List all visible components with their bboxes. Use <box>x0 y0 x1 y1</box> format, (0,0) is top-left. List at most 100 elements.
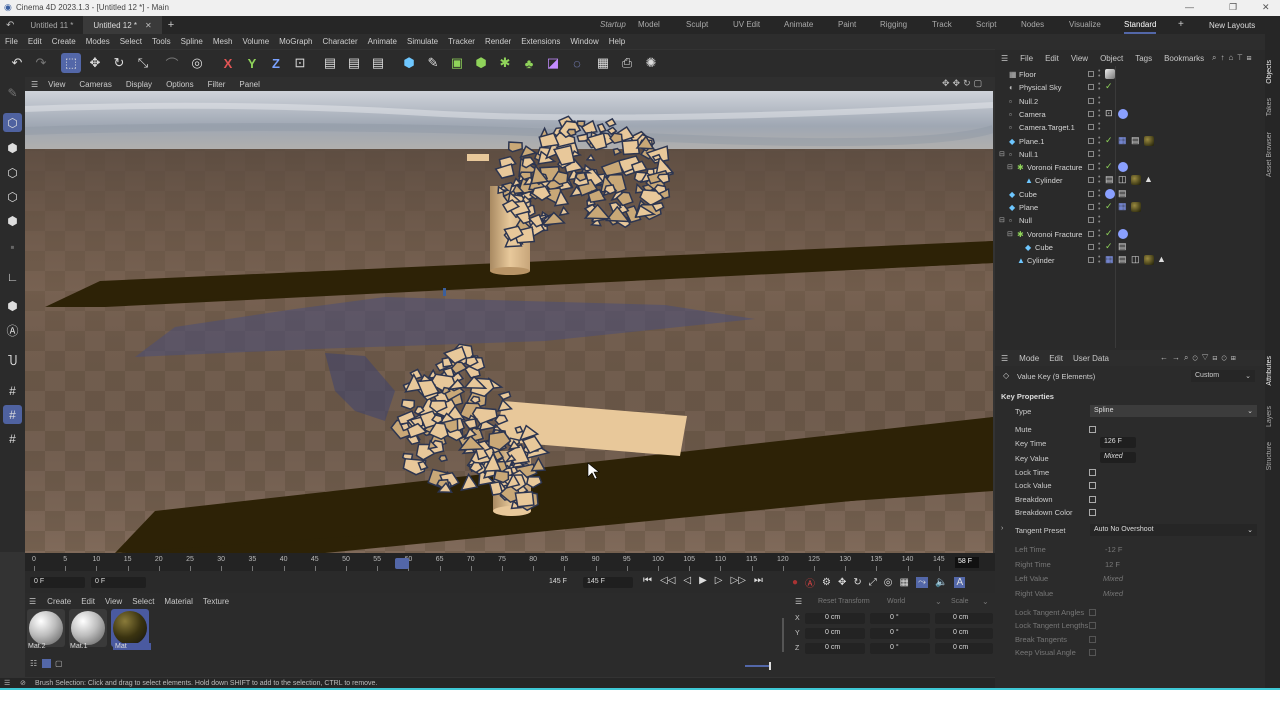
keep-visual-angle-checkbox[interactable] <box>1089 649 1096 656</box>
side-tab-objects[interactable]: Objects <box>1266 60 1273 84</box>
visibility-checkbox[interactable] <box>1088 84 1094 91</box>
restore-icon[interactable]: ❐ <box>1229 2 1237 13</box>
break-tangents-checkbox[interactable] <box>1089 636 1096 643</box>
lock-tangent-lengths-checkbox[interactable] <box>1089 622 1096 629</box>
object-search-icons[interactable]: ⌕↑⌂⊤⊞ <box>1212 53 1256 63</box>
side-tab-asset-browser[interactable]: Asset Browser <box>1266 132 1273 177</box>
layout-tab-model[interactable]: Model <box>638 16 660 34</box>
collapse-icon[interactable]: ⊟ <box>999 150 1005 158</box>
render-dots-icon[interactable]: • • <box>1098 254 1100 266</box>
viewport-menu-options[interactable]: Options <box>159 80 201 89</box>
object-row[interactable]: ⊟ ▫ Null • • <box>995 214 1265 227</box>
object-row[interactable]: ◆ Cube • • ✓ ▤ <box>995 241 1265 254</box>
prev-key-icon[interactable]: ◁◁ <box>660 575 675 586</box>
minimize-icon[interactable]: — <box>1185 2 1194 12</box>
viewport-menu-cameras[interactable]: Cameras <box>72 80 118 89</box>
effector-icon[interactable]: ♣ <box>519 53 539 73</box>
layout-tab-standard[interactable]: Standard <box>1124 16 1157 34</box>
timeline-ruler[interactable]: 0510152025303540455055606570758085909510… <box>25 553 995 571</box>
menu-modes[interactable]: Modes <box>81 37 115 46</box>
material-swatch[interactable] <box>27 609 65 647</box>
object-tag-icon[interactable] <box>1131 175 1141 186</box>
visibility-checkbox[interactable] <box>1088 150 1094 157</box>
z-axis-lock-icon[interactable]: Z <box>266 53 286 73</box>
object-tag-icon[interactable]: ▤ <box>1118 241 1128 251</box>
menu-mesh[interactable]: Mesh <box>208 37 238 46</box>
material-swatch-selected[interactable] <box>111 609 149 647</box>
material-scrollbar[interactable] <box>782 618 784 652</box>
menu-tools[interactable]: Tools <box>147 37 176 46</box>
object-tag-icon[interactable] <box>1118 162 1128 173</box>
menu-character[interactable]: Character <box>318 37 363 46</box>
attribute-menu-mode[interactable]: Mode <box>1014 354 1044 363</box>
attribute-nav-icons[interactable]: ←→⌕⊙▽⊟⊙⊞ <box>1160 353 1240 363</box>
menu-spline[interactable]: Spline <box>176 37 208 46</box>
mute-checkbox[interactable] <box>1089 426 1096 433</box>
menu-tracker[interactable]: Tracker <box>443 37 480 46</box>
object-menu-object[interactable]: Object <box>1094 54 1129 63</box>
coord-rotation-field[interactable]: 0 ° <box>870 628 930 639</box>
object-tag-icon[interactable] <box>1144 135 1154 146</box>
object-tag-icon[interactable] <box>1131 202 1141 212</box>
autokey-icon[interactable]: Ⓐ <box>805 575 815 590</box>
selection-tool-icon[interactable]: ⬚ <box>61 53 81 73</box>
render-dots-icon[interactable]: • • <box>1098 188 1100 200</box>
object-tag-icon[interactable] <box>1118 228 1128 239</box>
polygons-mode-icon[interactable]: ⬢ <box>3 211 22 230</box>
object-tag-icon[interactable]: ✓ <box>1105 161 1115 171</box>
layout-tab-sculpt[interactable]: Sculpt <box>686 16 708 34</box>
key-param-icon[interactable]: ◎ <box>884 577 893 588</box>
edges-mode-icon[interactable]: ⬡ <box>3 187 22 206</box>
key-scale-icon[interactable]: ⤢ <box>869 577 877 588</box>
light-object-icon[interactable]: ✺ <box>641 53 661 73</box>
layout-tab-uv-edit[interactable]: UV Edit <box>733 16 760 34</box>
render-dots-icon[interactable]: • • <box>1098 161 1100 173</box>
doc-tab-untitled-12[interactable]: Untitled 12 * ✕ <box>83 16 162 34</box>
move-tool-icon[interactable]: ✥ <box>85 53 105 73</box>
viewport-menu-filter[interactable]: Filter <box>201 80 233 89</box>
x-axis-lock-icon[interactable]: X <box>218 53 238 73</box>
undo-history-icon[interactable]: ↶ <box>0 20 20 31</box>
render-dots-icon[interactable]: • • <box>1098 68 1100 80</box>
list-view-icon[interactable]: ☷ <box>30 659 37 668</box>
object-menu-view[interactable]: View <box>1065 54 1094 63</box>
prev-frame-icon[interactable]: ◁ <box>683 575 691 586</box>
render-dots-icon[interactable]: • • <box>1098 214 1100 226</box>
object-tag-icon[interactable]: ▦ <box>1105 254 1115 264</box>
collapse-icon[interactable]: ⊟ <box>1007 163 1013 171</box>
object-row[interactable]: ▲ Cylinder • • ▦ ▤ ◫ ▲ <box>995 254 1265 267</box>
key-position-icon[interactable]: ✥ <box>838 577 846 588</box>
layout-tab-rigging[interactable]: Rigging <box>880 16 907 34</box>
render-dots-icon[interactable]: • • <box>1098 81 1100 93</box>
object-row[interactable]: ◆ Cube • • ▤ <box>995 188 1265 201</box>
texture-mode-icon[interactable]: ⬢ <box>3 296 22 315</box>
render-dots-icon[interactable]: • • <box>1098 148 1100 160</box>
sound-icon[interactable]: 🔈 <box>935 577 947 588</box>
preview-end-field[interactable]: 145 F <box>545 577 573 588</box>
object-menu-bookmarks[interactable]: Bookmarks <box>1158 54 1210 63</box>
visibility-checkbox[interactable] <box>1088 217 1094 224</box>
object-tag-icon[interactable]: ▤ <box>1118 188 1128 198</box>
coord-position-field[interactable]: 0 cm <box>805 613 865 624</box>
coords-hamburger-icon[interactable]: ☰ <box>795 597 802 606</box>
points-mode-icon[interactable]: ⬡ <box>3 163 22 182</box>
visibility-checkbox[interactable] <box>1088 177 1094 184</box>
visibility-checkbox[interactable] <box>1088 164 1094 171</box>
object-menu-edit[interactable]: Edit <box>1039 54 1065 63</box>
close-tab-icon[interactable]: ✕ <box>145 21 152 30</box>
render-picture-viewer-icon[interactable]: ▤ <box>344 53 364 73</box>
grid-view-icon[interactable] <box>42 659 51 668</box>
viewport-menu-display[interactable]: Display <box>119 80 159 89</box>
side-tab-structure[interactable]: Structure <box>1266 442 1273 470</box>
interpolation-icon[interactable]: ⤳ <box>915 577 928 588</box>
layout-tab-script[interactable]: Script <box>976 16 996 34</box>
object-tag-icon[interactable]: ✓ <box>1105 81 1115 91</box>
menu-file[interactable]: File <box>0 37 23 46</box>
collapse-icon[interactable]: ⊟ <box>999 216 1005 224</box>
object-tag-icon[interactable]: ✓ <box>1105 241 1115 251</box>
preview-start-field[interactable]: 0 F <box>91 577 146 588</box>
render-dots-icon[interactable]: • • <box>1098 108 1100 120</box>
object-tag-icon[interactable]: ▤ <box>1105 174 1115 184</box>
object-row[interactable]: ▫ Camera.Target.1 • • <box>995 121 1265 134</box>
visibility-checkbox[interactable] <box>1088 257 1094 264</box>
